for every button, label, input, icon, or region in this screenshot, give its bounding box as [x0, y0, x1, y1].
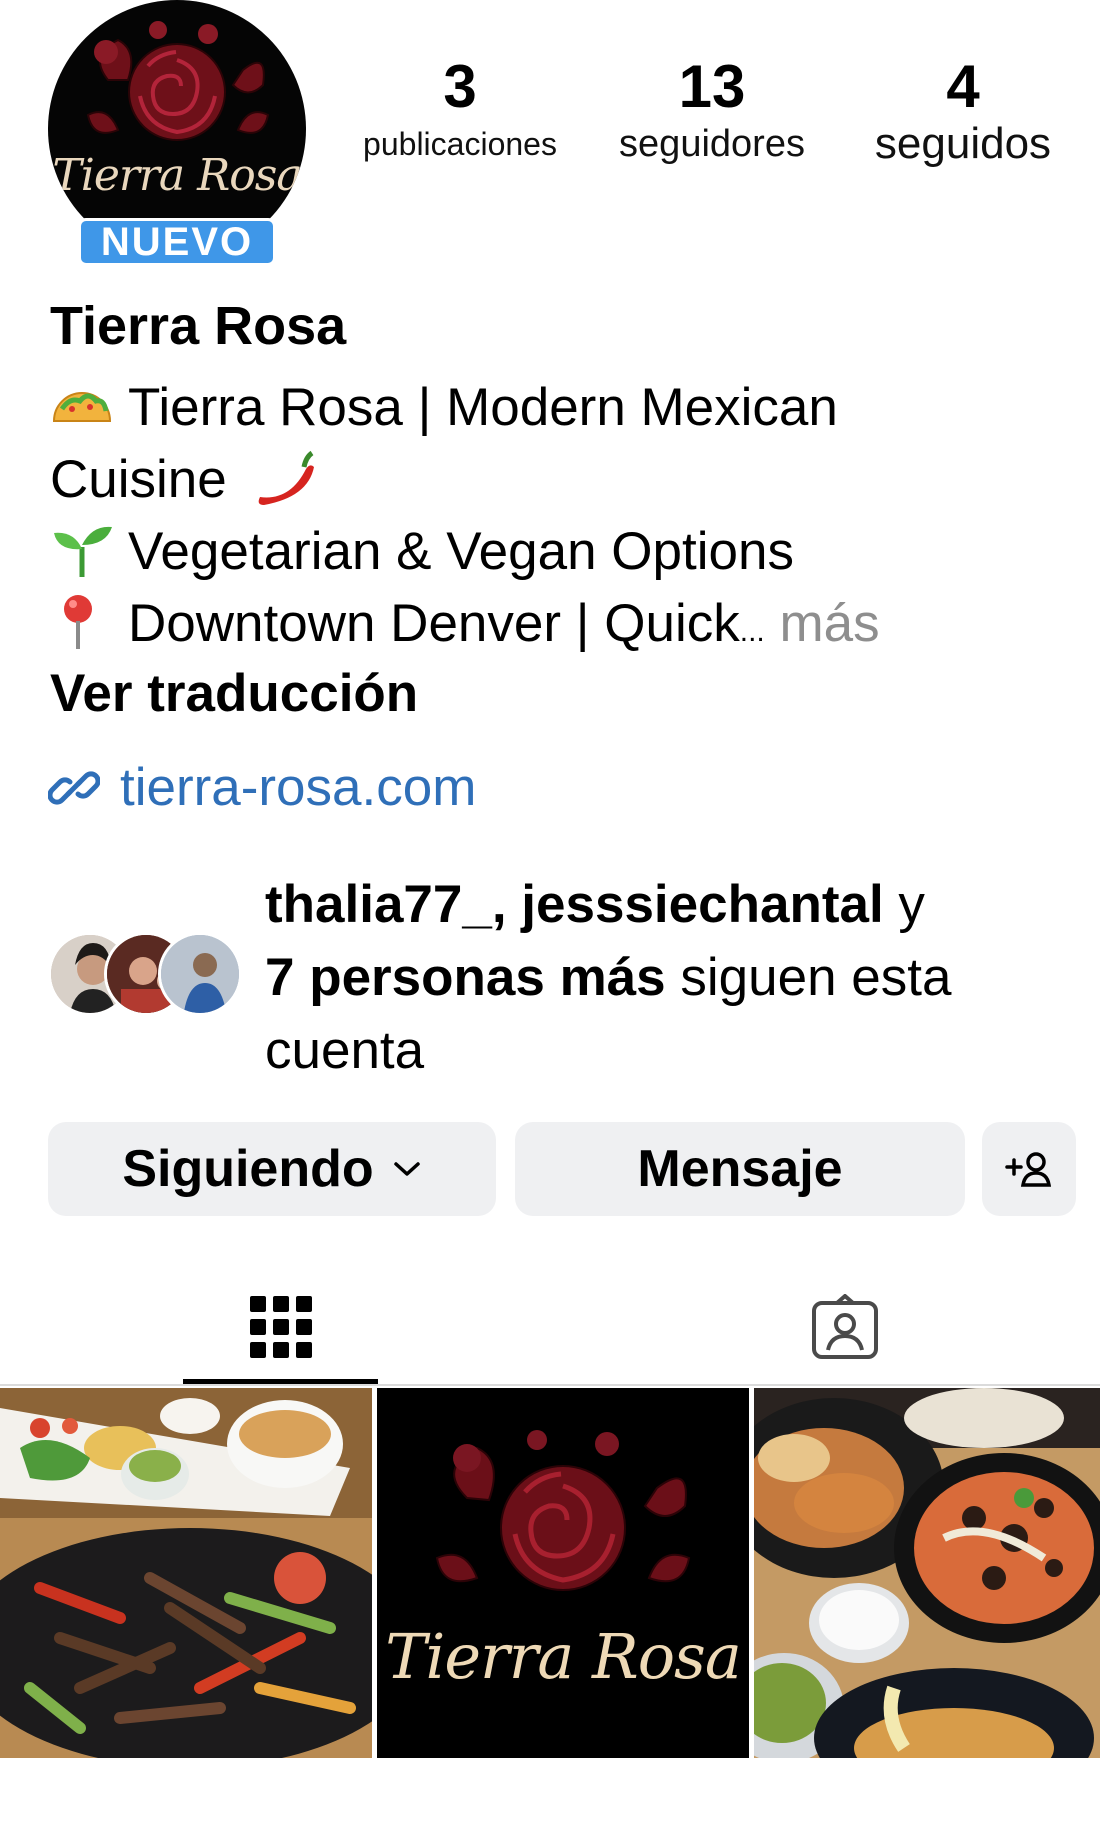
bio-line-4: Downtown Denver | Quick... más [50, 588, 1060, 668]
bio-line-2: Cuisine [50, 444, 1060, 516]
following-label: seguidos [874, 119, 1052, 168]
post-thumbnail[interactable]: Tierra Rosa [377, 1388, 749, 1758]
followed-by-connector: y [883, 875, 925, 934]
rose-logo-icon [377, 1388, 749, 1758]
post-thumbnail[interactable] [0, 1388, 372, 1758]
message-button[interactable]: Mensaje [515, 1122, 965, 1216]
mutual-follower-names: thalia77_, jesssiechantal [265, 875, 884, 934]
bio-line-3-text: Vegetarian & Vegan Options [128, 522, 794, 581]
taco-emoji [52, 392, 112, 422]
profile-avatar[interactable]: Tierra Rosa NUEVO [48, 0, 306, 266]
avatar-logo-text: Tierra Rosa [52, 150, 302, 201]
tagged-person-icon [812, 1294, 878, 1359]
round-pushpin-emoji [64, 595, 92, 649]
website-link[interactable]: tierra-rosa.com [48, 757, 476, 818]
grid-icon [249, 1296, 312, 1358]
hot-pepper-emoji [258, 450, 314, 505]
more-link[interactable]: más [779, 594, 879, 653]
bio-line-4-text: Downtown Denver | Quick [128, 594, 740, 653]
stat-posts[interactable]: 3 publicaciones [344, 52, 576, 166]
posts-count: 3 [443, 53, 477, 120]
see-translation-link[interactable]: Ver traducción [50, 663, 418, 724]
add-person-icon [1005, 1152, 1052, 1187]
mutual-followers-others: 7 personas más [265, 948, 666, 1007]
post-thumbnail[interactable] [754, 1388, 1100, 1758]
bio-ellipsis: ... [739, 615, 765, 648]
post-logo-text: Tierra Rosa [385, 1620, 742, 1693]
avatar [158, 932, 242, 1016]
following-label: Siguiendo [122, 1140, 374, 1198]
stat-following[interactable]: 4 seguidos [850, 52, 1076, 166]
seedling-emoji [54, 526, 112, 577]
stat-followers[interactable]: 13 seguidores [596, 52, 828, 166]
profile-bio: Tierra Rosa | Modern Mexican Cuisine Veg… [50, 372, 1060, 668]
following-count: 4 [946, 53, 980, 120]
bio-line-2-text: Cuisine [50, 450, 227, 509]
new-badge: NUEVO [78, 218, 276, 266]
posts-label: publicaciones [363, 126, 557, 162]
profile-name: Tierra Rosa [50, 296, 347, 356]
bio-line-1: Tierra Rosa | Modern Mexican [50, 372, 1060, 444]
link-icon [48, 770, 100, 805]
followers-count: 13 [678, 53, 746, 120]
food-platters-photo [754, 1388, 1100, 1758]
chevron-down-icon [393, 1162, 420, 1176]
following-button[interactable]: Siguiendo [48, 1122, 496, 1216]
tab-grid[interactable] [183, 1268, 378, 1386]
followed-by-text[interactable]: thalia77_, jesssiechantal y 7 personas m… [265, 868, 1065, 1087]
bio-line-1-text: Tierra Rosa | Modern Mexican [128, 378, 838, 437]
fajitas-photo [0, 1388, 372, 1758]
mutual-followers-avatars[interactable] [48, 932, 244, 1018]
add-user-button[interactable] [982, 1122, 1076, 1216]
bio-line-3: Vegetarian & Vegan Options [50, 516, 1060, 588]
website-url: tierra-rosa.com [120, 758, 477, 817]
message-label: Mensaje [637, 1140, 843, 1198]
followers-label: seguidores [619, 123, 805, 165]
tab-tagged[interactable] [760, 1268, 930, 1386]
tabs-divider [0, 1384, 1100, 1386]
